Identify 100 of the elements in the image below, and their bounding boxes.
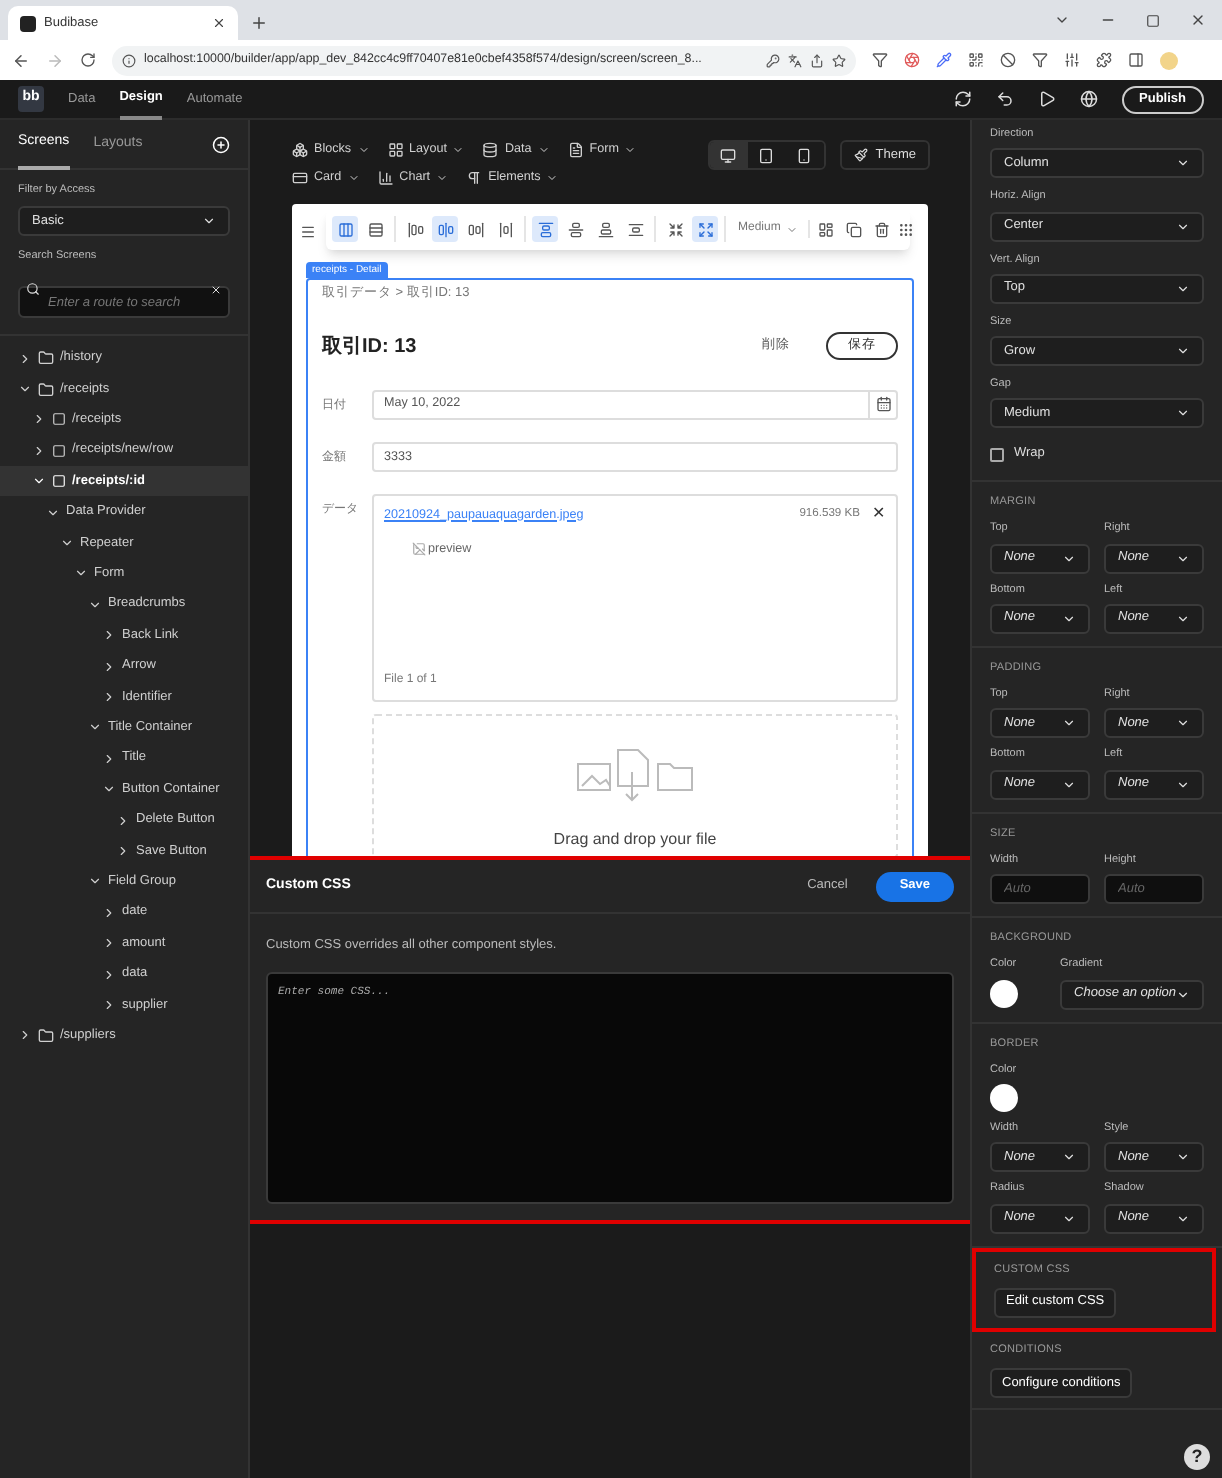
bar-chart-icon — [377, 170, 394, 187]
chevron-down-icon — [1176, 1150, 1190, 1165]
back-icon[interactable] — [12, 51, 30, 69]
expand-icon — [697, 221, 713, 238]
layout-option-button[interactable] — [332, 216, 358, 243]
chevron-down-icon — [202, 214, 216, 229]
space-around-icon — [497, 221, 513, 238]
refresh-icon[interactable] — [953, 90, 972, 108]
align-center-icon — [437, 221, 453, 238]
chevron-down-icon — [1176, 1211, 1190, 1225]
chevron-down-icon — [1062, 777, 1076, 791]
desktop-icon — [720, 147, 737, 163]
clear-icon[interactable] — [210, 283, 222, 295]
chevron-down-icon — [1062, 611, 1076, 626]
filter-icon[interactable] — [872, 52, 888, 68]
maximize-icon[interactable] — [1146, 13, 1160, 27]
color-swatch[interactable] — [990, 1084, 1018, 1112]
share-icon[interactable] — [810, 53, 824, 67]
form-icon — [567, 141, 584, 158]
aperture-icon[interactable] — [904, 52, 920, 68]
globe-icon[interactable] — [1079, 90, 1098, 108]
chevron-right-icon — [102, 905, 116, 920]
chevron-down-icon — [32, 474, 46, 489]
chevron-down-icon — [1176, 156, 1190, 171]
undo-icon[interactable] — [995, 90, 1014, 108]
database-icon — [482, 141, 499, 158]
sliders-icon[interactable] — [1064, 52, 1080, 68]
align-left-icon — [407, 221, 423, 238]
favicon-icon — [20, 15, 36, 31]
translate-icon[interactable] — [788, 53, 802, 67]
chevron-right-icon — [102, 967, 116, 981]
align-bottom-icon — [597, 221, 613, 238]
remove-button[interactable]: ✕ — [872, 506, 886, 523]
layout-option-button[interactable] — [532, 216, 558, 243]
columns-icon — [337, 221, 353, 238]
chevron-right-icon — [102, 997, 116, 1012]
chevron-down-icon — [1176, 716, 1190, 731]
color-swatch[interactable] — [990, 979, 1018, 1007]
chevron-down-icon — [88, 720, 102, 735]
add-icon[interactable] — [212, 135, 230, 153]
play-icon[interactable] — [1037, 90, 1056, 108]
new-tab-icon[interactable] — [250, 14, 268, 32]
filter-icon[interactable] — [1032, 52, 1048, 68]
chevron-down-icon — [357, 143, 370, 156]
close-icon[interactable] — [1190, 12, 1206, 28]
chevron-right-icon — [102, 751, 116, 766]
wrap-checkbox[interactable] — [990, 447, 1004, 462]
chevron-down-icon — [1176, 551, 1190, 565]
chevron-down-icon — [1062, 1211, 1076, 1225]
chevron-down-icon — [1176, 611, 1190, 626]
reload-icon[interactable] — [80, 52, 96, 68]
puzzle-icon[interactable] — [1096, 52, 1112, 68]
phone-icon — [796, 147, 813, 163]
pipette-icon[interactable] — [936, 52, 952, 68]
chevron-down-icon — [1176, 344, 1190, 358]
file-upload-icon — [575, 743, 695, 804]
blocked-icon[interactable] — [1000, 52, 1016, 68]
key-icon[interactable] — [766, 53, 780, 67]
search-icon — [26, 282, 40, 296]
grid-icon — [387, 141, 404, 158]
chevron-down-icon — [1176, 777, 1190, 791]
duplicate-icon[interactable] — [846, 221, 863, 238]
card-icon — [292, 170, 308, 187]
chevron-down-icon — [452, 143, 465, 156]
chevron-down-icon — [537, 143, 550, 156]
side-panel-icon[interactable] — [1128, 52, 1144, 68]
screen-icon — [52, 474, 66, 489]
star-icon[interactable] — [832, 53, 846, 67]
layout-option-button[interactable] — [692, 216, 718, 243]
layout-option-button[interactable] — [432, 216, 458, 243]
delete-icon[interactable] — [874, 221, 891, 238]
chevron-down-icon — [1176, 406, 1190, 421]
folder-icon — [38, 350, 54, 367]
folder-icon — [38, 381, 54, 398]
chevron-down-icon — [347, 172, 360, 185]
chevron-right-icon — [102, 628, 116, 643]
chevron-down-icon — [88, 597, 102, 612]
menu-icon — [300, 223, 316, 240]
info-icon — [122, 53, 136, 67]
help-button[interactable]: ? — [1184, 1444, 1210, 1470]
chevron-down-icon — [46, 505, 60, 520]
space-vertical-icon — [627, 221, 643, 238]
folder-icon — [38, 1027, 54, 1044]
chevron-down-icon[interactable] — [1054, 12, 1070, 28]
chevron-down-icon — [18, 382, 32, 397]
broken-image-icon — [412, 542, 426, 557]
chevron-down-icon — [436, 172, 449, 185]
device-button[interactable] — [709, 142, 748, 168]
chevron-down-icon — [1062, 1150, 1076, 1165]
layout-icon[interactable] — [818, 221, 835, 238]
chevron-down-icon — [546, 172, 559, 185]
calendar-icon[interactable] — [875, 396, 891, 413]
qr-code-icon[interactable] — [968, 52, 984, 68]
close-icon[interactable] — [212, 16, 226, 30]
align-top-icon — [537, 221, 553, 238]
chevron-down-icon — [1062, 551, 1076, 565]
chevron-right-icon — [32, 443, 46, 458]
brush-icon — [853, 148, 868, 162]
drag-handle-icon[interactable] — [898, 221, 915, 238]
chevron-down-icon — [102, 782, 116, 797]
